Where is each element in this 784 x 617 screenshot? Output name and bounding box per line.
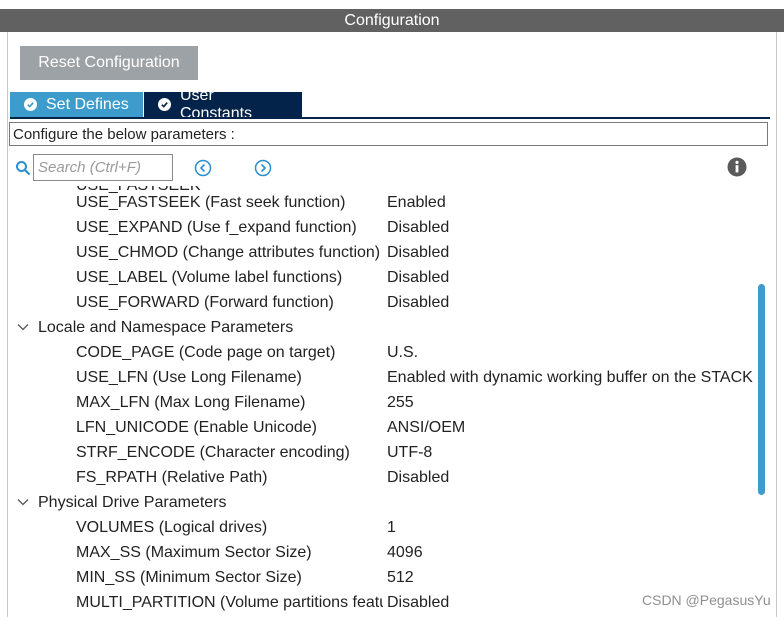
parameter-row[interactable]: CODE_PAGE (Code page on target) U.S. xyxy=(8,340,756,365)
parameter-value: ANSI/OEM xyxy=(387,419,466,436)
tab-label: Set Defines xyxy=(46,95,129,113)
parameter-row[interactable]: USE_LABEL (Volume label functions) Disab… xyxy=(8,265,756,290)
parameter-row[interactable]: USE_LFN (Use Long Filename) Enabled with… xyxy=(8,365,756,390)
parameter-name: USE_LABEL (Volume label functions) xyxy=(76,269,343,286)
parameter-name: MIN_SS (Minimum Sector Size) xyxy=(76,569,302,586)
search-input[interactable] xyxy=(33,154,173,181)
parameter-name: LFN_UNICODE (Enable Unicode) xyxy=(76,419,317,436)
chevron-down-icon[interactable] xyxy=(17,323,29,331)
tab-user-constants[interactable]: User Constants xyxy=(144,87,302,122)
watermark: CSDN @PegasusYu xyxy=(642,592,771,608)
parameter-row[interactable]: MAX_SS (Maximum Sector Size) 4096 xyxy=(8,540,756,565)
parameter-value: Disabled xyxy=(387,594,450,611)
tab-bar: Set Defines User Constants xyxy=(10,87,302,122)
check-icon xyxy=(24,98,37,111)
parameter-name: USE_LFN (Use Long Filename) xyxy=(76,369,302,386)
search-icon xyxy=(16,161,31,176)
parameter-value: 1 xyxy=(387,519,396,536)
parameter-name: MAX_SS (Maximum Sector Size) xyxy=(76,544,312,561)
parameter-value: U.S. xyxy=(387,344,419,361)
parameter-row[interactable]: LFN_UNICODE (Enable Unicode) ANSI/OEM xyxy=(8,415,756,440)
parameter-value: Disabled xyxy=(387,269,450,286)
parameter-value: 255 xyxy=(387,394,414,411)
configure-instructions: Configure the below parameters : xyxy=(9,122,768,146)
check-icon xyxy=(158,98,171,111)
parameter-value: 4096 xyxy=(387,544,423,561)
parameter-list: USE_FASTSEEK USE_FASTSEEK (Fast seek fun… xyxy=(8,186,756,617)
parameter-value: 512 xyxy=(387,569,414,586)
reset-configuration-button[interactable]: Reset Configuration xyxy=(20,46,198,80)
parameter-value: Enabled with dynamic working buffer on t… xyxy=(387,369,753,386)
parameter-row[interactable]: USE_FORWARD (Forward function) Disabled xyxy=(8,290,756,315)
tab-set-defines[interactable]: Set Defines xyxy=(10,92,143,117)
parameter-value: Disabled xyxy=(387,294,450,311)
parameter-name: STRF_ENCODE (Character encoding) xyxy=(76,444,350,461)
circle-left-icon[interactable] xyxy=(194,159,212,177)
parameter-row[interactable]: STRF_ENCODE (Character encoding) UTF-8 xyxy=(8,440,756,465)
group-header-physical-drive[interactable]: Physical Drive Parameters xyxy=(8,490,756,515)
parameter-row[interactable]: MIN_SS (Minimum Sector Size) 512 xyxy=(8,565,756,590)
parameter-value: Disabled xyxy=(387,219,450,236)
parameter-name: CODE_PAGE (Code page on target) xyxy=(76,344,336,361)
scrollbar-thumb[interactable] xyxy=(758,284,765,495)
circle-right-icon[interactable] xyxy=(254,159,272,177)
tab-underline xyxy=(10,117,770,119)
parameter-row[interactable]: MAX_LFN (Max Long Filename) 255 xyxy=(8,390,756,415)
parameter-name: VOLUMES (Logical drives) xyxy=(76,519,268,536)
parameter-name: MULTI_PARTITION (Volume partitions featu… xyxy=(76,594,383,611)
parameter-value: Disabled xyxy=(387,469,450,486)
group-title: Locale and Namespace Parameters xyxy=(38,319,294,336)
parameter-value: UTF-8 xyxy=(387,444,433,461)
parameter-name: FS_RPATH (Relative Path) xyxy=(76,469,268,486)
group-title: Physical Drive Parameters xyxy=(38,494,227,511)
parameter-name: USE_CHMOD (Change attributes function) xyxy=(76,244,381,261)
parameter-value: Disabled xyxy=(387,244,450,261)
panel-border-right xyxy=(776,32,777,617)
parameter-row[interactable]: VOLUMES (Logical drives) 1 xyxy=(8,515,756,540)
window-title: Configuration xyxy=(344,11,440,29)
parameter-name: USE_FASTSEEK (Fast seek function) xyxy=(76,194,346,211)
parameter-row[interactable]: FS_RPATH (Relative Path) Disabled xyxy=(8,465,756,490)
window-title-bar: Configuration xyxy=(0,9,784,32)
group-header-locale[interactable]: Locale and Namespace Parameters xyxy=(8,315,756,340)
parameter-name: USE_FORWARD (Forward function) xyxy=(76,294,334,311)
parameter-row[interactable]: USE_FASTSEEK (Fast seek function) Enable… xyxy=(8,190,756,215)
chevron-down-icon[interactable] xyxy=(17,498,29,506)
parameter-name: MAX_LFN (Max Long Filename) xyxy=(76,394,306,411)
parameter-value: Enabled xyxy=(387,194,446,211)
parameter-name: USE_EXPAND (Use f_expand function) xyxy=(76,219,357,236)
parameter-row[interactable]: USE_CHMOD (Change attributes function) D… xyxy=(8,240,756,265)
info-icon[interactable] xyxy=(727,157,747,177)
parameter-row[interactable]: USE_EXPAND (Use f_expand function) Disab… xyxy=(8,215,756,240)
